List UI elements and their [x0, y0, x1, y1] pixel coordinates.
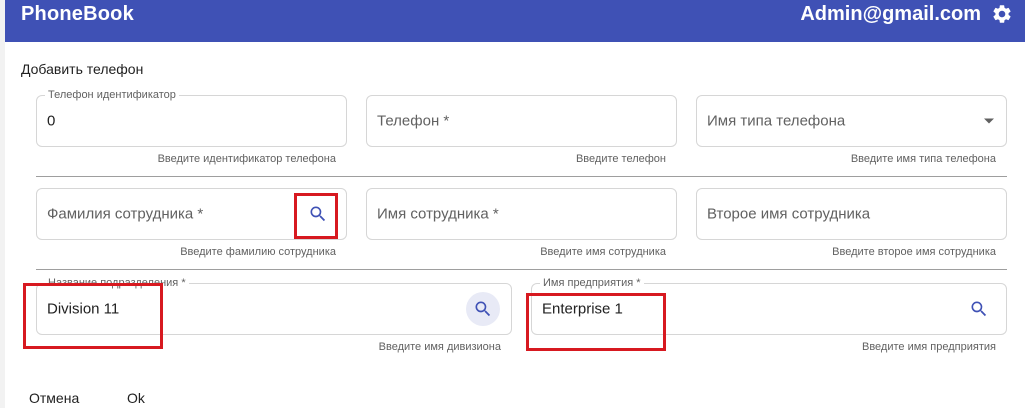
- phone-id-field[interactable]: Телефон идентификатор 0: [36, 88, 347, 147]
- highlight-box: [294, 193, 338, 239]
- phone-id-helper: Введите идентификатор телефона: [157, 153, 336, 165]
- app-bar: PhoneBook Admin@gmail.com: [5, 0, 1025, 42]
- search-icon[interactable]: [466, 292, 500, 326]
- last-name-helper: Введите фамилию сотрудника: [180, 246, 336, 258]
- dialog-title: Добавить телефон: [21, 61, 144, 77]
- app-title: PhoneBook: [21, 2, 134, 25]
- highlight-box: [526, 293, 666, 351]
- highlight-box: [23, 283, 163, 349]
- last-name-placeholder: Фамилия сотрудника *: [47, 205, 204, 223]
- dropdown-arrow-icon[interactable]: [984, 118, 994, 124]
- enterprise-label: Имя предприятия *: [540, 276, 644, 290]
- search-icon[interactable]: [962, 292, 996, 326]
- phone-type-placeholder: Имя типа телефона: [707, 112, 846, 130]
- gear-icon[interactable]: [991, 3, 1013, 25]
- user-area: Admin@gmail.com: [800, 3, 1013, 26]
- phone-field[interactable]: Телефон *: [366, 95, 677, 147]
- first-name-field[interactable]: Имя сотрудника *: [366, 188, 677, 240]
- section-divider: [36, 269, 1007, 270]
- app-window: PhoneBook Admin@gmail.com Добавить телеф…: [0, 0, 1025, 408]
- first-name-placeholder: Имя сотрудника *: [377, 205, 499, 223]
- phone-helper: Введите телефон: [575, 153, 666, 165]
- middle-name-placeholder: Второе имя сотрудника: [707, 205, 871, 223]
- middle-name-field[interactable]: Второе имя сотрудника: [696, 188, 1007, 240]
- middle-name-helper: Введите второе имя сотрудника: [832, 246, 996, 258]
- user-email[interactable]: Admin@gmail.com: [800, 3, 981, 26]
- phone-type-helper: Введите имя типа телефона: [850, 153, 996, 165]
- phone-type-select[interactable]: Имя типа телефона: [696, 95, 1007, 147]
- cancel-button[interactable]: Отмена: [29, 390, 79, 406]
- phone-placeholder: Телефон *: [377, 112, 450, 130]
- phone-id-label: Телефон идентификатор: [45, 88, 179, 102]
- ok-button[interactable]: Ok: [127, 390, 145, 406]
- section-divider: [36, 176, 1007, 177]
- window-edge: [0, 0, 5, 408]
- phone-id-value: 0: [47, 112, 56, 130]
- first-name-helper: Введите имя сотрудника: [540, 246, 666, 258]
